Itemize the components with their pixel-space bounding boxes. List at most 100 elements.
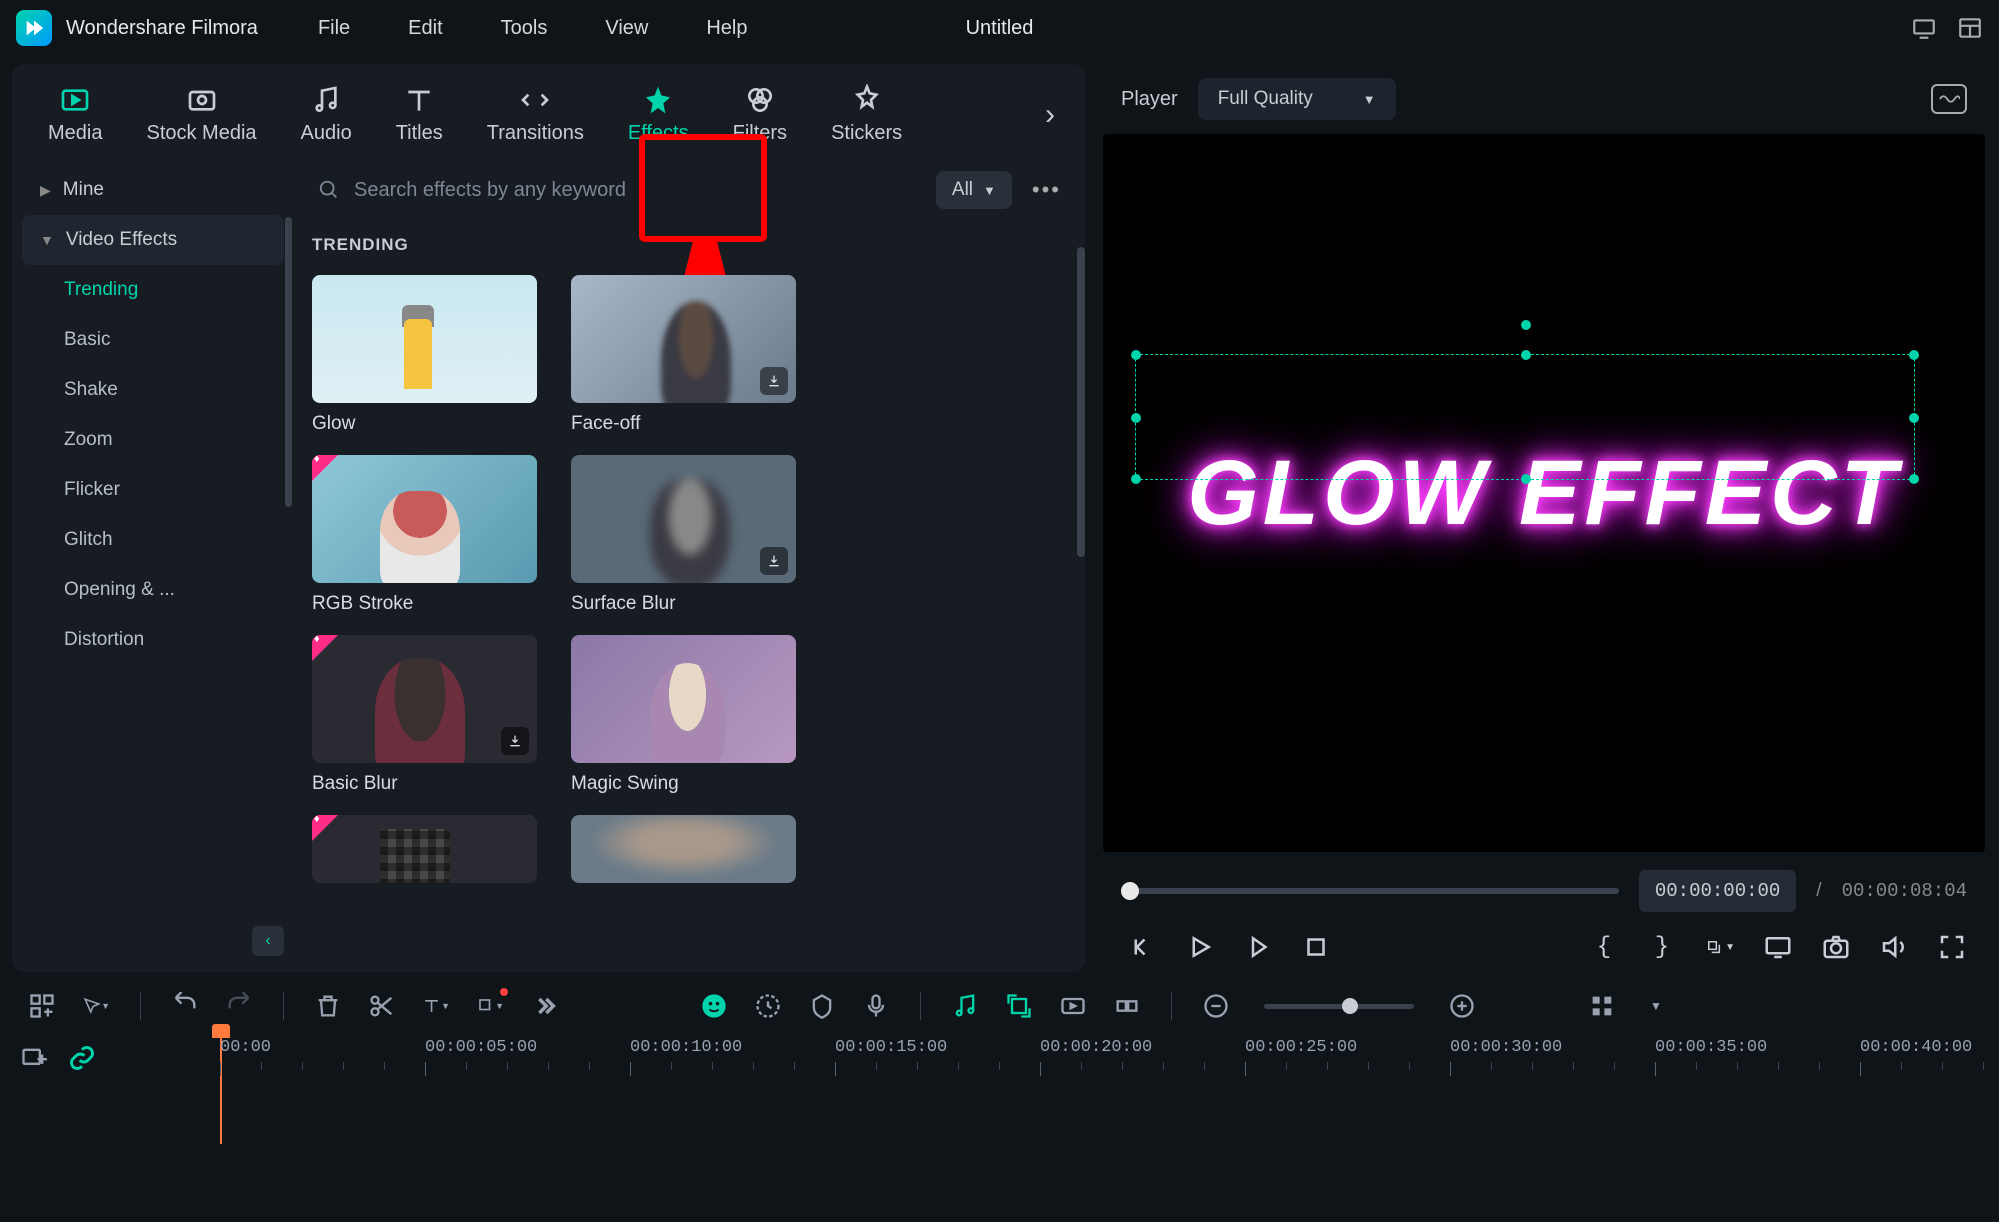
tab-stock-media[interactable]: Stock Media [128, 76, 274, 153]
track-options-button[interactable]: ▼ [1642, 992, 1670, 1020]
split-button[interactable] [368, 992, 396, 1020]
delete-button[interactable] [314, 992, 342, 1020]
tab-titles[interactable]: Titles [378, 76, 461, 153]
fullscreen-button[interactable] [1937, 932, 1967, 962]
add-track-button[interactable] [28, 992, 56, 1020]
effect-thumbnail [312, 275, 537, 403]
next-frame-button[interactable] [1243, 932, 1273, 962]
speed-button[interactable] [754, 992, 782, 1020]
content-scrollbar[interactable] [1077, 247, 1085, 557]
app-logo [16, 10, 52, 46]
chevron-down-icon: ▼ [40, 232, 54, 248]
snap-button[interactable] [1113, 992, 1141, 1020]
link-button[interactable] [68, 1044, 96, 1072]
subcat-opening[interactable]: Opening & ... [22, 565, 284, 615]
undo-button[interactable] [171, 992, 199, 1020]
scrub-bar[interactable] [1121, 888, 1619, 894]
timeline-ruler[interactable]: 00:0000:00:05:0000:00:10:0000:00:15:0000… [220, 1038, 1979, 1098]
volume-button[interactable] [1879, 932, 1909, 962]
auto-reframe-button[interactable] [1005, 992, 1033, 1020]
layout-icon[interactable] [1957, 15, 1983, 41]
effect-label: Magic Swing [571, 773, 796, 795]
crop-tool[interactable]: ▼ [476, 992, 504, 1020]
play-button[interactable] [1185, 932, 1215, 962]
select-tool[interactable]: ▼ [82, 992, 110, 1020]
download-icon[interactable] [760, 547, 788, 575]
crop-dropdown[interactable]: ▼ [1705, 932, 1735, 962]
zoom-in-button[interactable] [1448, 992, 1476, 1020]
menu-bar: File Edit Tools View Help [318, 17, 748, 40]
ai-button[interactable] [700, 992, 728, 1020]
effects-content: Search effects by any keyword All▼ ••• T… [294, 157, 1085, 972]
subcat-trending[interactable]: Trending [22, 265, 284, 315]
scopes-button[interactable] [1931, 84, 1967, 114]
selection-box[interactable] [1135, 354, 1915, 480]
mark-out-button[interactable]: } [1647, 932, 1677, 962]
more-tools-button[interactable] [530, 992, 558, 1020]
effect-card[interactable]: Glow [312, 275, 537, 435]
mark-in-button[interactable]: { [1589, 932, 1619, 962]
tab-effects[interactable]: Effects [610, 76, 707, 153]
display-icon[interactable] [1911, 15, 1937, 41]
voiceover-button[interactable] [862, 992, 890, 1020]
zoom-out-button[interactable] [1202, 992, 1230, 1020]
effects-grid: GlowFace-offRGB Stroke Surface Blur Basic … [312, 275, 1067, 883]
download-icon[interactable] [760, 367, 788, 395]
subcat-shake[interactable]: Shake [22, 365, 284, 415]
search-icon [318, 179, 340, 201]
tab-filters[interactable]: Filters [715, 76, 805, 153]
sidebar-collapse-button[interactable]: ‹ [252, 926, 284, 956]
effect-card[interactable] [312, 815, 537, 883]
menu-view[interactable]: View [605, 17, 648, 40]
preview-viewport[interactable]: GLOW EFFECT [1103, 134, 1985, 852]
subcat-glitch[interactable]: Glitch [22, 515, 284, 565]
premium-badge [312, 635, 338, 661]
filter-dropdown[interactable]: All▼ [936, 171, 1012, 209]
tab-stickers[interactable]: Stickers [813, 76, 920, 153]
effect-card[interactable]: Surface Blur [571, 455, 796, 615]
snapshot-button[interactable] [1821, 932, 1851, 962]
tab-media[interactable]: Media [30, 76, 120, 153]
effect-card[interactable]: Face-off [571, 275, 796, 435]
menu-tools[interactable]: Tools [501, 17, 548, 40]
document-title: Untitled [966, 17, 1034, 40]
effect-card[interactable]: RGB Stroke [312, 455, 537, 615]
stop-button[interactable] [1301, 932, 1331, 962]
menu-file[interactable]: File [318, 17, 350, 40]
menu-edit[interactable]: Edit [408, 17, 442, 40]
zoom-slider[interactable] [1264, 1004, 1414, 1009]
effect-label: Surface Blur [571, 593, 796, 615]
text-tool[interactable]: ▼ [422, 992, 450, 1020]
zoom-knob[interactable] [1342, 998, 1358, 1014]
effect-thumbnail [312, 635, 537, 763]
cat-video-effects[interactable]: ▼Video Effects [22, 215, 284, 265]
tab-audio[interactable]: Audio [283, 76, 370, 153]
tab-transitions[interactable]: Transitions [469, 76, 602, 153]
effect-card[interactable]: Magic Swing [571, 635, 796, 795]
effect-card[interactable]: Basic Blur [312, 635, 537, 795]
subcat-distortion[interactable]: Distortion [22, 615, 284, 665]
prev-frame-button[interactable] [1127, 932, 1157, 962]
subcat-flicker[interactable]: Flicker [22, 465, 284, 515]
sidebar-scrollbar[interactable] [285, 217, 292, 507]
audio-sync-button[interactable] [951, 992, 979, 1020]
effect-card[interactable] [571, 815, 796, 883]
chevron-right-icon: ▶ [40, 182, 51, 199]
titlebar: Wondershare Filmora File Edit Tools View… [0, 0, 1999, 56]
subcat-basic[interactable]: Basic [22, 315, 284, 365]
display-settings-button[interactable] [1763, 932, 1793, 962]
scrub-knob[interactable] [1121, 882, 1139, 900]
menu-help[interactable]: Help [706, 17, 747, 40]
marker-button[interactable] [808, 992, 836, 1020]
redo-button[interactable] [225, 992, 253, 1020]
quality-dropdown[interactable]: Full Quality▼ [1198, 78, 1396, 120]
cat-mine[interactable]: ▶Mine [22, 165, 284, 215]
more-options-button[interactable]: ••• [1026, 177, 1067, 203]
download-icon[interactable] [501, 727, 529, 755]
add-media-button[interactable] [20, 1044, 48, 1072]
search-input[interactable]: Search effects by any keyword [312, 179, 922, 202]
tabs-more-button[interactable]: › [1033, 98, 1067, 132]
render-button[interactable] [1059, 992, 1087, 1020]
track-size-button[interactable] [1588, 992, 1616, 1020]
subcat-zoom[interactable]: Zoom [22, 415, 284, 465]
